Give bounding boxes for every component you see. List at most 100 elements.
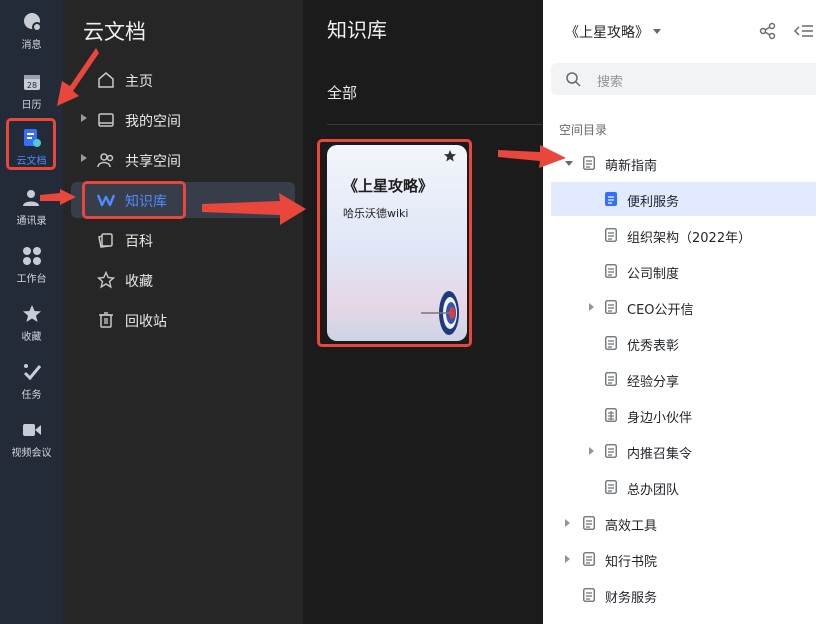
search-placeholder: 搜索 <box>597 75 624 90</box>
document-icon <box>605 336 617 350</box>
expand-arrow-icon[interactable] <box>565 519 570 527</box>
folder-icon <box>98 113 114 127</box>
sidebar-title: 云文档 <box>83 20 146 44</box>
svg-text:28: 28 <box>26 81 36 90</box>
tree-item[interactable]: CEO公开信 <box>551 290 816 324</box>
rail-item-contacts[interactable]: 通讯录 <box>0 184 63 234</box>
document-icon <box>605 480 617 494</box>
tree-item[interactable]: 内推召集令 <box>551 434 816 468</box>
space-name[interactable]: 《上星攻略》 <box>565 22 649 42</box>
rail-label: 日历 <box>21 100 42 111</box>
space-directory-panel: 《上星攻略》 搜索 空间目录 萌新指南 便利服务 组织架构（2022年） 公司制… <box>543 0 816 624</box>
encyclopedia-icon <box>98 233 113 248</box>
sidebar-item-trash[interactable]: 回收站 <box>71 302 295 338</box>
sidebar-item-home[interactable]: 主页 <box>71 62 295 98</box>
expand-arrow-icon[interactable] <box>589 303 594 311</box>
sidebar-item-shared-space[interactable]: 共享空间 <box>71 142 295 178</box>
expand-arrow-icon[interactable] <box>589 447 594 455</box>
wiki-space-card[interactable]: 《上星攻略》 哈乐沃德wiki <box>327 145 467 341</box>
expand-arrow-icon[interactable] <box>81 114 87 122</box>
tree-item[interactable]: 公司制度 <box>551 254 816 288</box>
sidebar-item-label: 百科 <box>125 234 153 250</box>
rail-item-calendar[interactable]: 28 日历 <box>0 68 63 118</box>
document-icon <box>583 516 595 530</box>
page-title: 知识库 <box>327 18 387 42</box>
tree-item[interactable]: 经验分享 <box>551 362 816 396</box>
rail-label: 消息 <box>21 40 42 51</box>
document-icon <box>583 588 595 602</box>
video-icon <box>22 420 42 440</box>
tree-item-label: 经验分享 <box>627 375 680 390</box>
sidebar-item-label: 知识库 <box>125 194 167 210</box>
expand-arrow-icon[interactable] <box>565 555 570 563</box>
rail-item-workbench[interactable]: 工作台 <box>0 242 63 292</box>
sidebar-item-label: 收藏 <box>125 274 153 290</box>
sidebar-item-wiki[interactable]: 知识库 <box>71 182 295 218</box>
home-icon <box>98 72 114 88</box>
rail-item-cloud-docs[interactable]: 云文档 <box>0 124 63 174</box>
rail-label: 任务 <box>21 390 42 401</box>
rail-item-messages[interactable]: 消息 <box>0 8 63 58</box>
card-subtitle: 哈乐沃德wiki <box>343 207 409 220</box>
expand-arrow-icon[interactable] <box>81 154 87 162</box>
rail-item-favorites[interactable]: 收藏 <box>0 300 63 350</box>
wiki-icon <box>97 194 115 207</box>
card-title: 《上星攻略》 <box>343 177 434 195</box>
tab-all[interactable]: 全部 <box>327 82 357 103</box>
document-icon <box>605 444 617 458</box>
chevron-down-icon[interactable] <box>653 29 661 34</box>
tree-item-label: 总办团队 <box>627 483 680 498</box>
sidebar-item-encyclopedia[interactable]: 百科 <box>71 222 295 258</box>
tree-item[interactable]: 知行书院 <box>551 542 816 576</box>
document-icon <box>583 156 595 170</box>
docs-sidebar: 云文档 主页 我的空间 共享空间 知识库 百科 收藏 回收站 <box>63 0 303 624</box>
sheet-icon <box>605 408 617 422</box>
tree-item-label: 高效工具 <box>605 519 658 534</box>
collapse-arrow-icon[interactable] <box>565 161 573 166</box>
sidebar-item-favorites[interactable]: 收藏 <box>71 262 295 298</box>
rail-label: 云文档 <box>16 156 47 167</box>
rail-label: 视频会议 <box>11 448 52 459</box>
search-icon <box>566 72 581 87</box>
rail-item-video[interactable]: 视频会议 <box>0 416 63 466</box>
sidebar-item-label: 主页 <box>125 74 153 90</box>
star-icon <box>97 271 115 289</box>
document-icon <box>583 552 595 566</box>
tree-item[interactable]: 身边小伙伴 <box>551 398 816 432</box>
tree-item[interactable]: 总办团队 <box>551 470 816 504</box>
task-icon <box>22 362 42 382</box>
document-icon <box>605 192 617 206</box>
sidebar-item-label: 共享空间 <box>125 154 181 170</box>
document-icon <box>605 228 617 242</box>
tree-item[interactable]: 萌新指南 <box>551 146 816 180</box>
tree-item-label: 财务服务 <box>605 591 658 606</box>
tree-item-label: 知行书院 <box>605 555 658 570</box>
tree-item-label: 公司制度 <box>627 267 680 282</box>
tree-item-label: 便利服务 <box>627 195 680 210</box>
calendar-icon: 28 <box>22 72 42 92</box>
tree-item-label: 内推召集令 <box>627 447 693 462</box>
contacts-icon <box>22 188 42 208</box>
tree-item[interactable]: 组织架构（2022年） <box>551 218 816 252</box>
rail-label: 通讯录 <box>16 216 47 227</box>
document-icon <box>605 300 617 314</box>
collapse-panel-icon[interactable] <box>793 22 813 40</box>
shared-icon <box>97 153 114 168</box>
rail-label: 收藏 <box>21 332 42 343</box>
tree-item[interactable]: 高效工具 <box>551 506 816 540</box>
sidebar-item-my-space[interactable]: 我的空间 <box>71 102 295 138</box>
trash-icon <box>99 312 113 328</box>
divider <box>327 124 543 125</box>
tree-item[interactable]: 优秀表彰 <box>551 326 816 360</box>
pin-star-icon[interactable] <box>443 149 457 163</box>
rail-item-tasks[interactable]: 任务 <box>0 358 63 408</box>
tree-item[interactable]: 财务服务 <box>551 578 816 612</box>
tree-item[interactable]: 便利服务 <box>551 182 816 216</box>
message-icon <box>22 12 42 32</box>
share-icon[interactable] <box>759 22 777 40</box>
tree-item-label: 优秀表彰 <box>627 339 680 354</box>
tree-item-label: CEO公开信 <box>627 303 694 318</box>
section-label: 空间目录 <box>559 123 608 137</box>
search-input[interactable]: 搜索 <box>551 63 816 95</box>
tree-item-label: 身边小伙伴 <box>627 411 693 426</box>
